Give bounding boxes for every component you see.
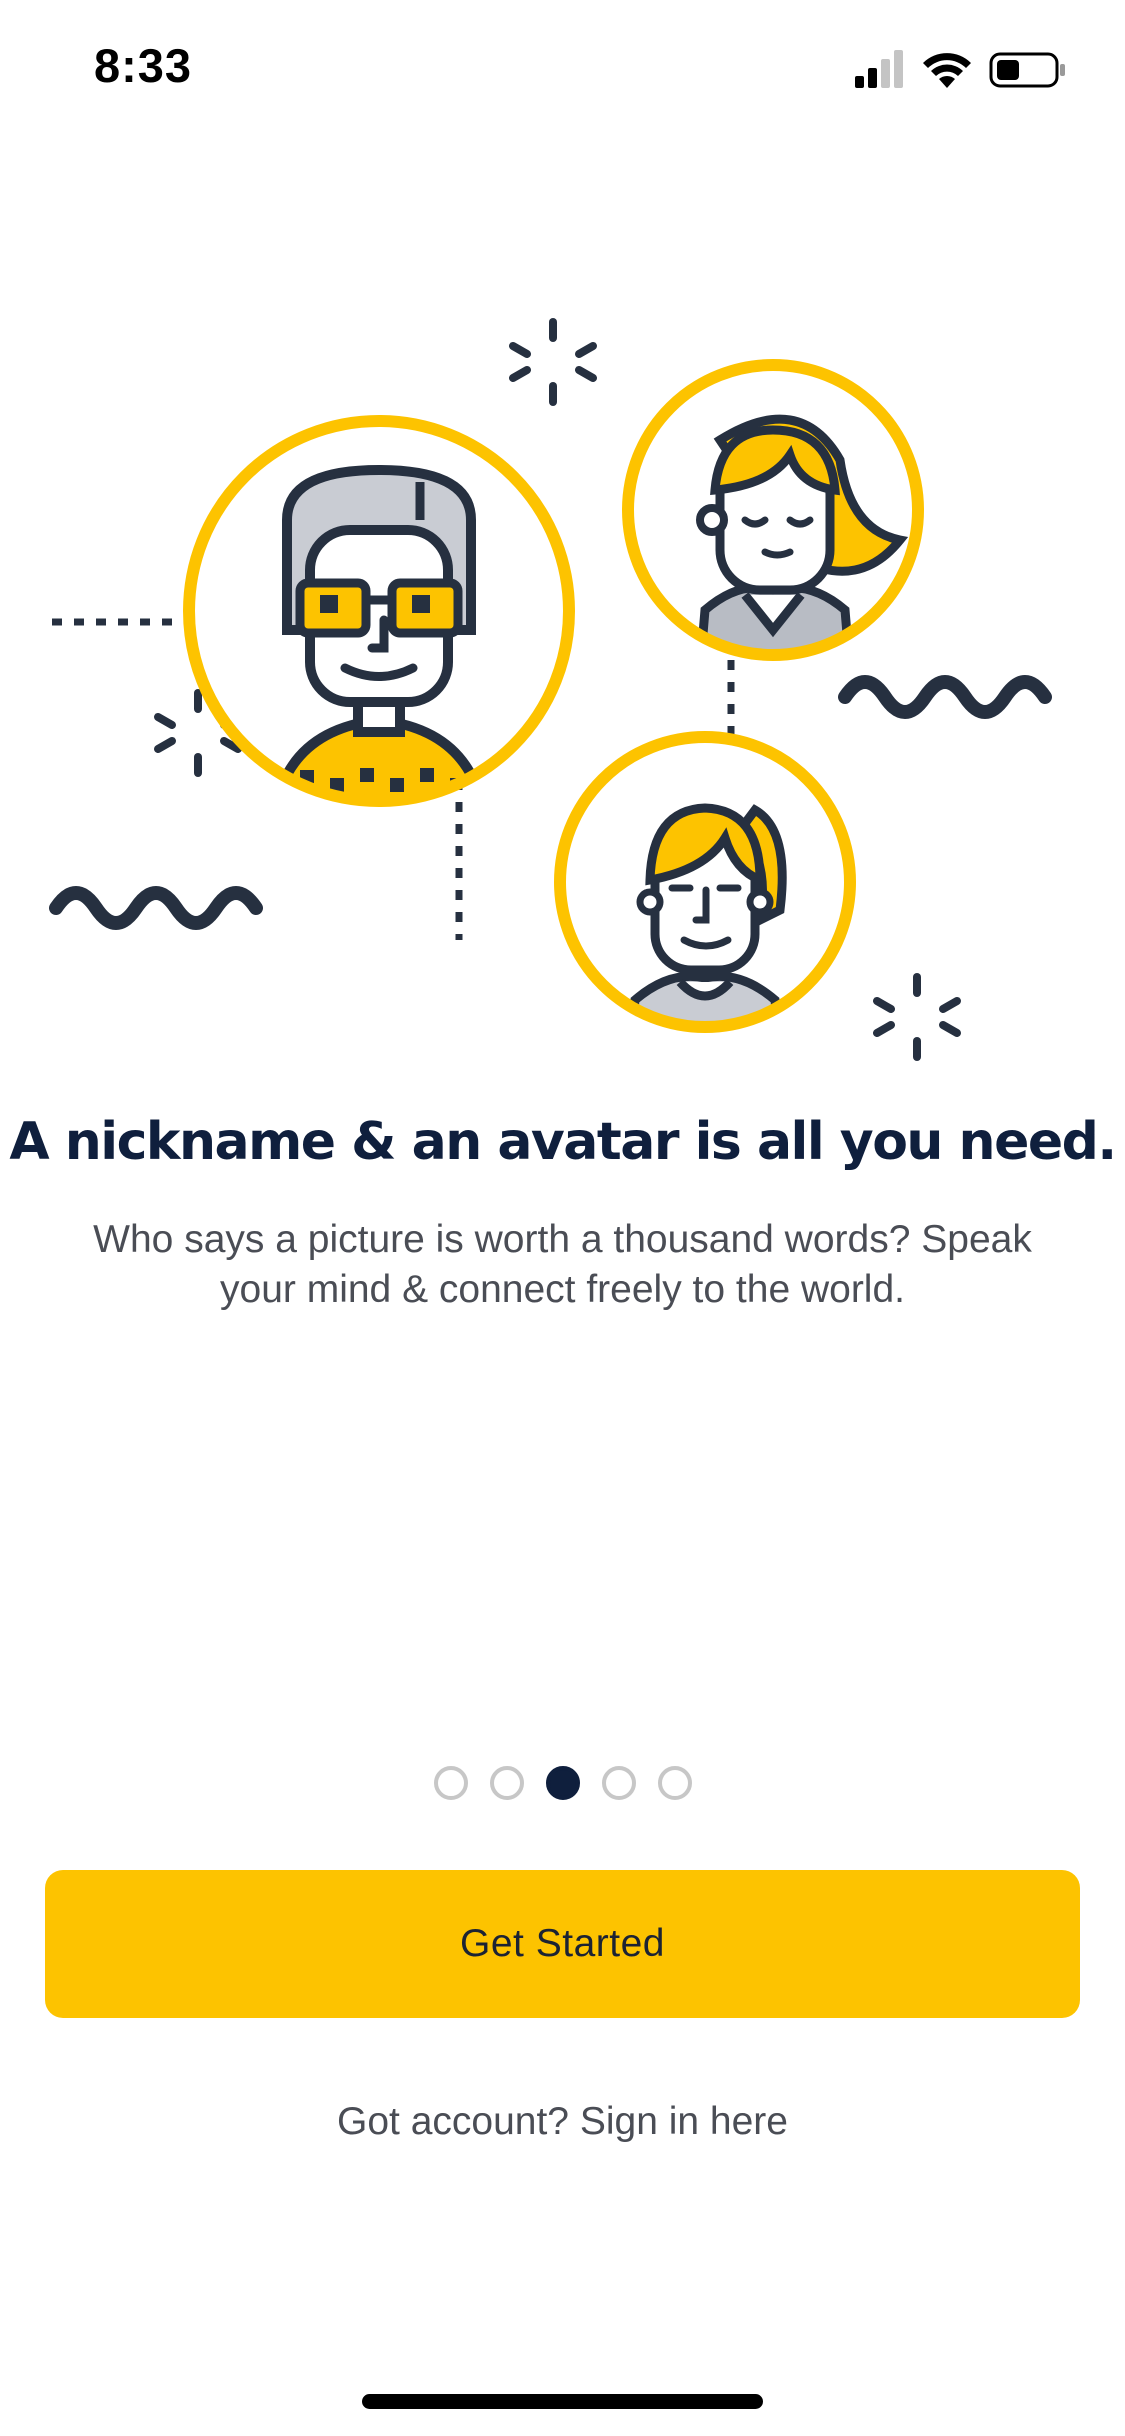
- status-icons: [855, 50, 1065, 88]
- girl-avatar-icon: [554, 731, 856, 1033]
- status-time: 8:33: [94, 39, 193, 92]
- page-dot-3-active[interactable]: [545, 1766, 580, 1800]
- avatar-illustration: [49, 318, 1052, 1061]
- woman-avatar-icon: [622, 359, 924, 661]
- page-dot-1[interactable]: [433, 1766, 468, 1800]
- page-dot-5[interactable]: [657, 1766, 692, 1800]
- squiggle-icon: [49, 886, 263, 930]
- onboarding-headline: A nickname & an avatar is all you need.: [9, 1112, 1117, 1172]
- status-bar: 8:33: [0, 0, 1125, 135]
- sparkle-icon: [509, 318, 597, 406]
- home-indicator[interactable]: [362, 2394, 763, 2409]
- squiggle-icon: [838, 675, 1052, 719]
- page-indicator: [0, 1766, 1125, 1802]
- cellular-signal-icon: [855, 50, 903, 88]
- page-dot-4[interactable]: [601, 1766, 636, 1800]
- subtitle-line: Who says a picture is worth a thousand w…: [93, 1218, 1032, 1261]
- sparkle-icon: [873, 973, 961, 1061]
- sign-in-link[interactable]: Got account? Sign in here: [0, 2100, 1125, 2144]
- wifi-icon: [923, 53, 971, 88]
- battery-icon: [989, 52, 1065, 88]
- onboarding-subtitle: Who says a picture is worth a thousand w…: [60, 1215, 1065, 1315]
- man-avatar-icon: [183, 415, 575, 807]
- page-dot-2[interactable]: [489, 1766, 524, 1800]
- subtitle-line: your mind & connect freely to the world.: [220, 1268, 905, 1311]
- get-started-button[interactable]: Get Started: [45, 1870, 1080, 2018]
